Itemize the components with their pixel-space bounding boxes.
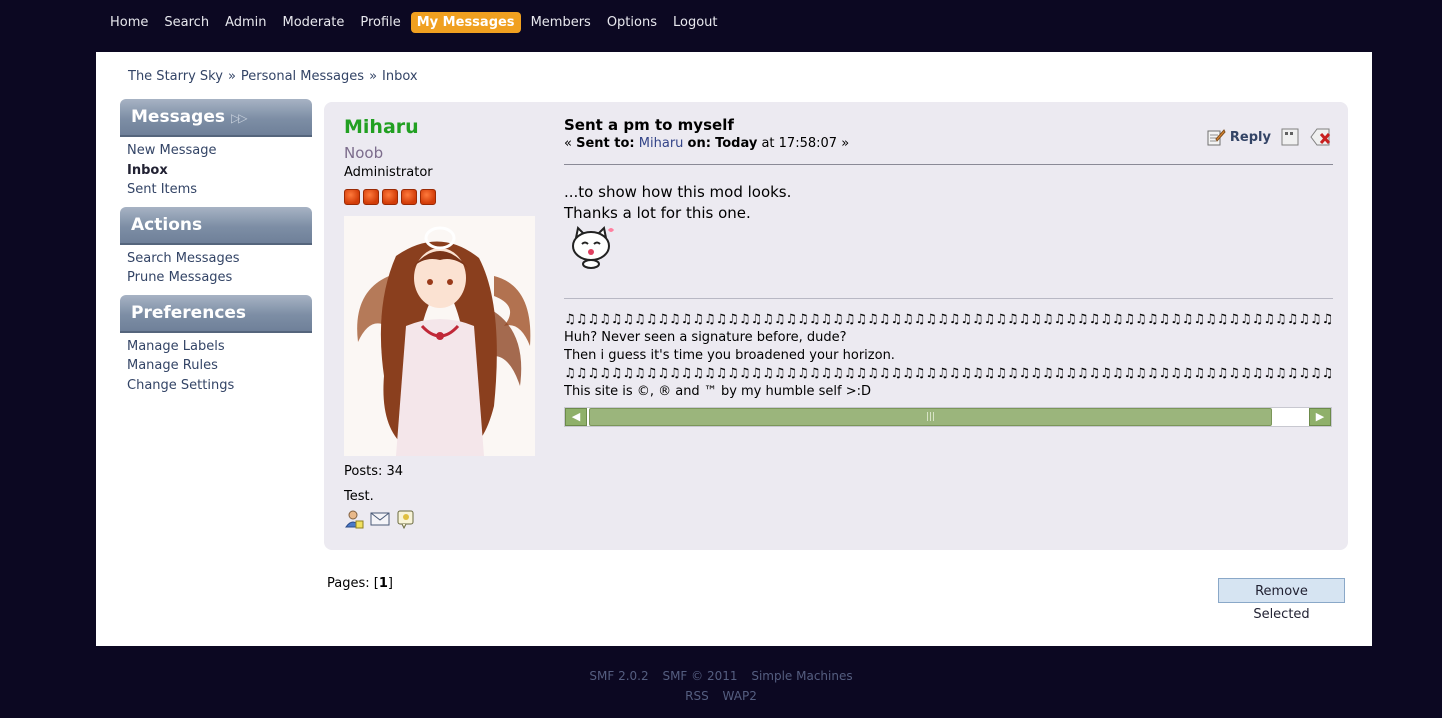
nav-my-messages[interactable]: My Messages <box>410 11 521 33</box>
current-page[interactable]: 1 <box>379 576 388 591</box>
breadcrumb-personal-messages[interactable]: Personal Messages <box>241 69 364 84</box>
sent-suffix: » <box>841 136 850 151</box>
personal-text: Test. <box>344 489 374 504</box>
body-line: ...to show how this mod looks. <box>564 183 792 201</box>
scrollbar-thumb[interactable]: ||| <box>589 408 1272 426</box>
sidebar-list-preferences: Manage Labels Manage Rules Change Settin… <box>120 333 312 403</box>
breadcrumb-separator: » <box>369 69 378 84</box>
star-icon <box>401 189 417 205</box>
main-content-panel: The Starry Sky » Personal Messages » Inbox M… <box>96 52 1372 646</box>
sidebar-item-search-messages[interactable]: Search Messages <box>127 249 312 269</box>
star-icon <box>420 189 436 205</box>
scroll-right-button[interactable]: ▶ <box>1309 408 1331 426</box>
nav-search[interactable]: Search <box>158 12 215 33</box>
sidebar-item-new-message[interactable]: New Message <box>127 141 312 161</box>
poster-name[interactable]: Miharu <box>344 116 544 138</box>
on-label: on: <box>687 136 711 151</box>
message-tools: Reply <box>1206 126 1333 148</box>
sent-prefix: « <box>564 136 572 151</box>
sidebar-item-manage-labels[interactable]: Manage Labels <box>127 337 312 357</box>
sidebar-list-messages: New Message Inbox Sent Items <box>120 137 312 207</box>
message-body: ...to show how this mod looks. Thanks a … <box>564 182 791 224</box>
star-icon <box>344 189 360 205</box>
reply-label: Reply <box>1229 129 1271 145</box>
avatar <box>344 216 535 456</box>
pagination: Pages: [1] <box>327 576 393 591</box>
breadcrumb-forum[interactable]: The Starry Sky <box>128 69 223 84</box>
poster-title: Noob <box>344 144 384 162</box>
scroll-left-button[interactable]: ◀ <box>565 408 587 426</box>
remove-selected-button[interactable]: Remove Selected <box>1218 578 1345 622</box>
quote-icon[interactable] <box>1281 128 1299 146</box>
email-icon[interactable] <box>370 509 390 529</box>
breadcrumb-separator: » <box>227 69 236 84</box>
sidebar-item-inbox[interactable]: Inbox <box>127 161 312 181</box>
breadcrumb-inbox[interactable]: Inbox <box>382 69 418 84</box>
cat-smiley-icon <box>572 225 614 269</box>
nav-profile[interactable]: Profile <box>354 12 406 33</box>
sidebar-header-preferences: Preferences <box>120 294 312 333</box>
sidebar-header-label: Messages <box>131 107 225 127</box>
sidebar-item-sent-items[interactable]: Sent Items <box>127 180 312 200</box>
sidebar-item-prune-messages[interactable]: Prune Messages <box>127 268 312 288</box>
message-date: Today <box>715 136 758 151</box>
sidebar-item-manage-rules[interactable]: Manage Rules <box>127 356 312 376</box>
message-divider <box>564 164 1333 165</box>
nav-admin[interactable]: Admin <box>219 12 272 33</box>
message-time: at 17:58:07 <box>761 136 838 151</box>
star-icon <box>363 189 379 205</box>
signature-divider <box>564 298 1333 299</box>
signature-line: Then i guess it's time you broadened you… <box>564 348 895 363</box>
personal-message-icon[interactable] <box>396 509 416 529</box>
collapse-arrows-icon: ▷▷ <box>230 111 248 125</box>
message-content: Sent a pm to myself « Sent to: Miharu on… <box>564 116 1333 427</box>
poster-info: Miharu Noob Administrator Posts: 34 Test… <box>344 116 544 529</box>
poster-icons <box>344 509 544 529</box>
nav-home[interactable]: Home <box>104 12 154 33</box>
footer: SMF 2.0.2 SMF © 2011 Simple Machines RSS… <box>0 666 1442 706</box>
footer-simple-machines[interactable]: Simple Machines <box>751 669 852 683</box>
footer-wap2-link[interactable]: WAP2 <box>723 689 757 703</box>
personal-message: Miharu Noob Administrator Posts: 34 Test… <box>324 102 1348 550</box>
footer-smf-copyright[interactable]: SMF © 2011 <box>662 669 737 683</box>
signature-line: ♫♫♫♫♫♫♫♫♫♫♫♫♫♫♫♫♫♫♫♫♫♫♫♫♫♫♫♫♫♫♫♫♫♫♫♫♫♫♫♫… <box>564 366 1333 381</box>
footer-rss-link[interactable]: RSS <box>685 689 709 703</box>
reply-icon <box>1207 129 1226 146</box>
nav-options[interactable]: Options <box>601 12 663 33</box>
nav-members[interactable]: Members <box>525 12 597 33</box>
sidebar-header-actions: Actions <box>120 206 312 245</box>
rank-stars <box>344 189 544 205</box>
profile-icon[interactable] <box>344 509 364 529</box>
top-navigation: Home Search Admin Moderate Profile My Me… <box>104 10 728 34</box>
poster-group: Administrator <box>344 165 433 180</box>
footer-smf-version[interactable]: SMF 2.0.2 <box>589 669 648 683</box>
star-icon <box>382 189 398 205</box>
pages-label: Pages: <box>327 576 370 591</box>
sent-to-label: Sent to: <box>576 136 635 151</box>
signature: ♫♫♫♫♫♫♫♫♫♫♫♫♫♫♫♫♫♫♫♫♫♫♫♫♫♫♫♫♫♫♫♫♫♫♫♫♫♫♫♫… <box>564 311 1333 401</box>
signature-line: Huh? Never seen a signature before, dude… <box>564 330 847 345</box>
signature-line: This site is ©, ® and ™ by my humble sel… <box>564 384 872 399</box>
pm-sidebar: Messages ▷▷ New Message Inbox Sent Items … <box>120 99 312 402</box>
nav-moderate[interactable]: Moderate <box>277 12 351 33</box>
breadcrumb: The Starry Sky » Personal Messages » Inbox <box>128 69 418 84</box>
signature-horizontal-scrollbar[interactable]: ◀ ||| ▶ <box>564 407 1332 427</box>
recipient-link[interactable]: Miharu <box>639 136 684 151</box>
body-line: Thanks a lot for this one. <box>564 204 751 222</box>
delete-icon[interactable] <box>1309 126 1333 148</box>
signature-line: ♫♫♫♫♫♫♫♫♫♫♫♫♫♫♫♫♫♫♫♫♫♫♫♫♫♫♫♫♫♫♫♫♫♫♫♫♫♫♫♫… <box>564 312 1333 327</box>
sidebar-list-actions: Search Messages Prune Messages <box>120 245 312 295</box>
reply-button[interactable]: Reply <box>1206 127 1271 147</box>
sidebar-item-change-settings[interactable]: Change Settings <box>127 376 312 396</box>
nav-logout[interactable]: Logout <box>667 12 724 33</box>
post-count: Posts: 34 <box>344 464 404 479</box>
sidebar-header-messages[interactable]: Messages ▷▷ <box>120 99 312 137</box>
